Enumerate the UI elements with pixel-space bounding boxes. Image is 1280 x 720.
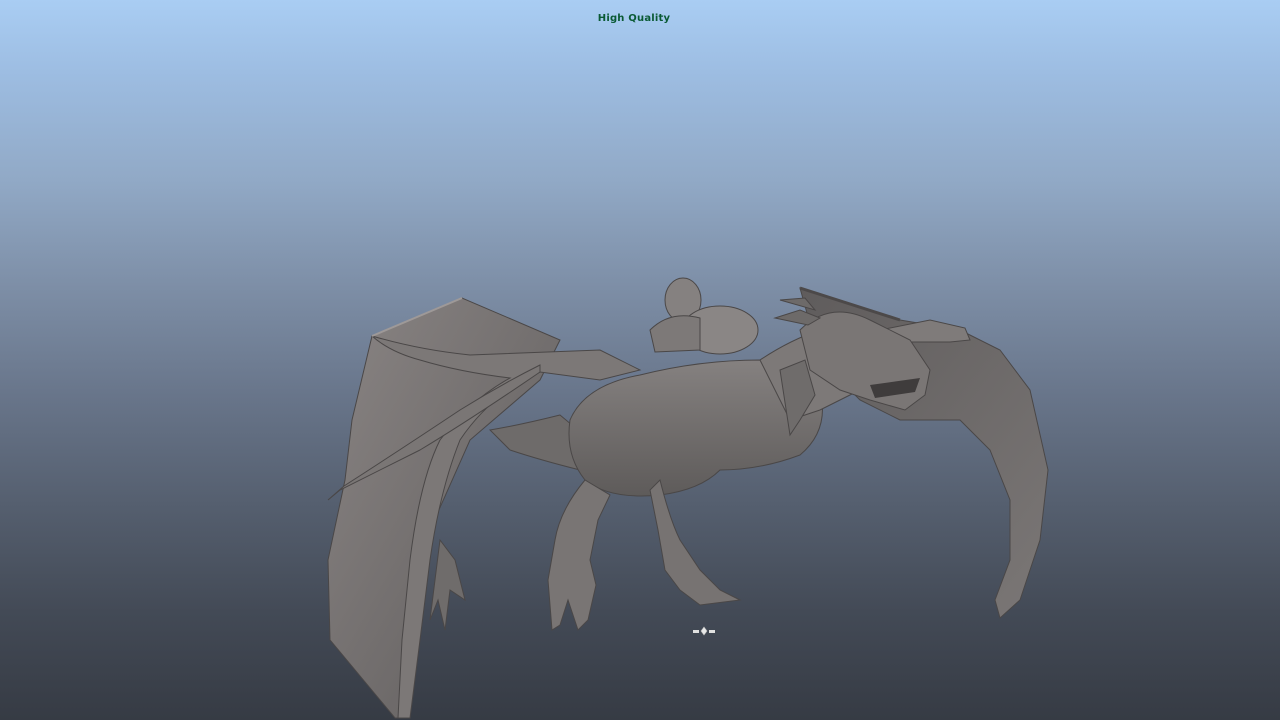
dragon-model[interactable] (0, 0, 1280, 720)
hind-claws (429, 538, 466, 631)
3d-viewport[interactable]: High Quality (0, 0, 1280, 720)
back-leg (547, 479, 611, 631)
front-leg (649, 479, 742, 606)
transform-pivot-icon[interactable] (690, 624, 718, 640)
saddle-back (649, 315, 701, 353)
